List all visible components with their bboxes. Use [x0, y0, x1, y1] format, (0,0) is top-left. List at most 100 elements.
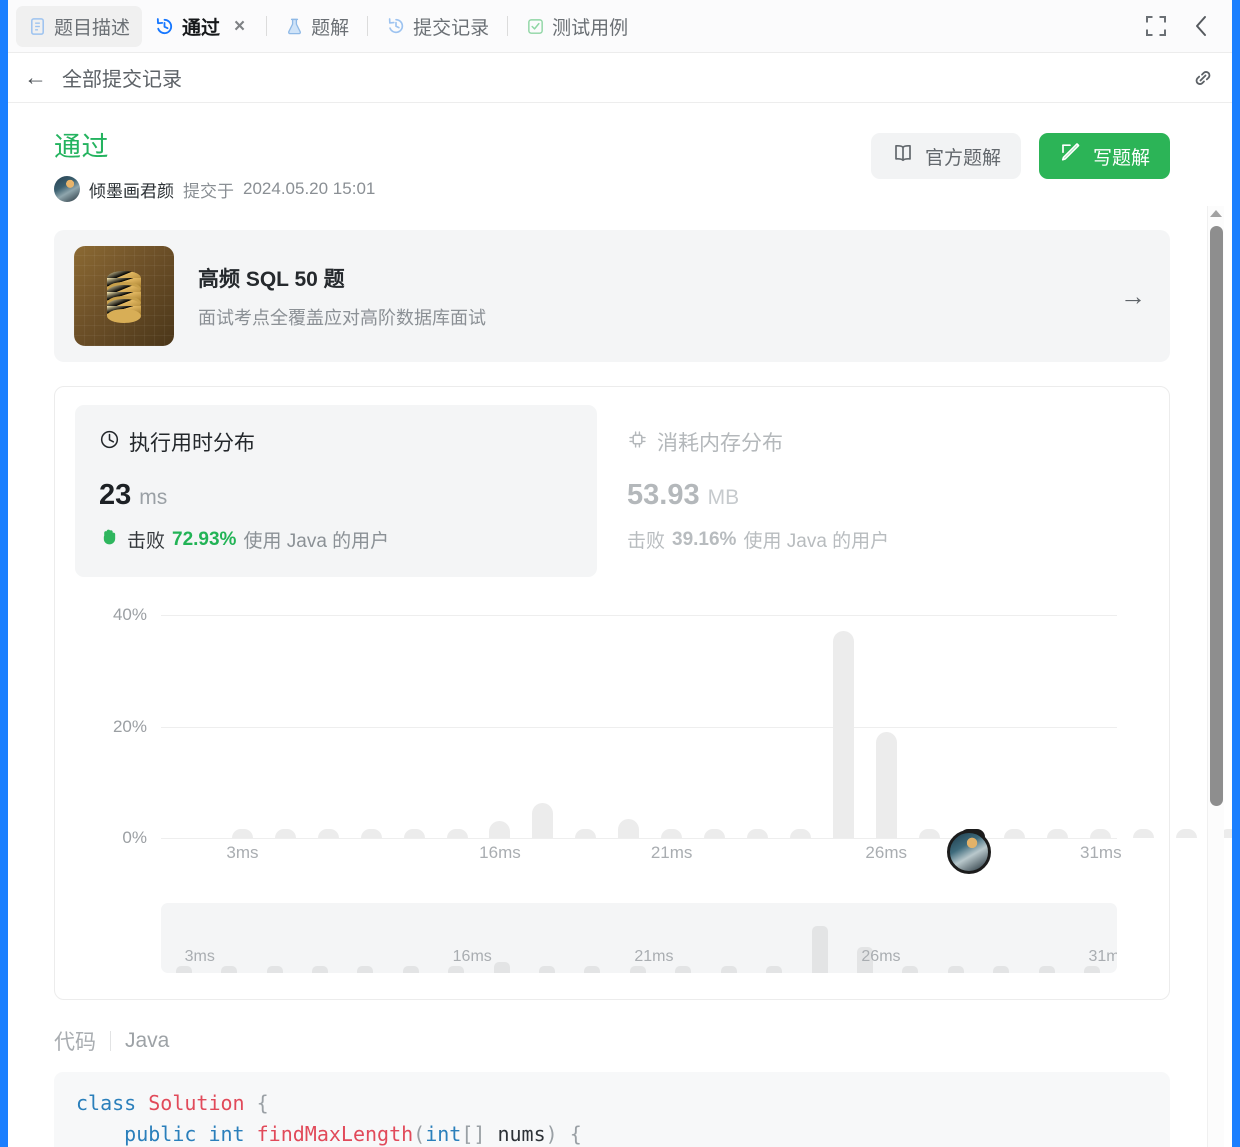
chevron-left-icon[interactable] [1190, 13, 1214, 39]
scrollbar-thumb[interactable] [1210, 226, 1223, 806]
x-axis-tick-label: 3ms [226, 843, 259, 862]
promo-banner[interactable]: 高频 SQL 50 题 面试考点全覆盖应对高阶数据库面试 → [54, 230, 1170, 362]
runtime-card[interactable]: 执行用时分布 23 ms 击败 72.93% 使用 Java 的用户 [75, 405, 597, 577]
chart-bar[interactable] [832, 630, 854, 838]
chart-bar[interactable] [918, 829, 940, 838]
y-axis-tick-label: 40% [112, 605, 147, 625]
tab-bar: 题目描述 通过 × 题解 提交记录 测试用例 [8, 0, 1232, 53]
history-icon [154, 16, 175, 37]
official-solution-label: 官方题解 [924, 147, 1001, 169]
tab-divider [367, 16, 369, 36]
x-axis-tick-label: 26ms [865, 843, 907, 862]
submission-content: 通过 倾墨画君颜 提交于 2024.05.20 15:01 官方题解 写题解 高… [8, 103, 1232, 1147]
chart-bar[interactable] [489, 821, 511, 838]
back-button[interactable]: ← [24, 66, 47, 89]
chart-bar[interactable] [446, 829, 468, 838]
runtime-unit: ms [139, 486, 168, 509]
chart-bar[interactable] [789, 829, 811, 838]
beat-tail: 使用 Java 的用户 [743, 531, 890, 552]
hand-wave-icon [99, 526, 120, 553]
tab-submission-history[interactable]: 提交记录 [374, 6, 501, 47]
all-submissions-link[interactable]: 全部提交记录 [62, 63, 182, 92]
chart-bar[interactable] [704, 829, 726, 838]
brush-tick-label: 3ms [184, 948, 215, 965]
code-section-header: 代码 Java [54, 1026, 1170, 1056]
tab-accepted[interactable]: 通过 × [142, 6, 260, 47]
memory-card-title: 消耗内存分布 [657, 432, 783, 455]
tab-divider [266, 16, 268, 36]
arrow-right-icon[interactable]: → [1120, 281, 1146, 312]
tab-close-button[interactable]: × [231, 17, 248, 36]
chart-bar[interactable] [661, 829, 683, 838]
tab-label: 题解 [311, 17, 350, 39]
chart-bar[interactable] [746, 829, 768, 838]
chart-bar[interactable] [575, 829, 597, 838]
submission-actions: 官方题解 写题解 [870, 125, 1170, 179]
y-axis-tick-label: 20% [112, 716, 147, 736]
tab-label: 题目描述 [54, 17, 131, 39]
code-token: ) { [545, 1122, 582, 1146]
tab-problem-description[interactable]: 题目描述 [16, 5, 143, 47]
write-solution-label: 写题解 [1092, 147, 1150, 169]
brush-bar [993, 966, 1010, 973]
chart-user-avatar[interactable] [947, 829, 992, 874]
submitted-label: 提交于 [183, 181, 234, 201]
vertical-scrollbar[interactable] [1207, 206, 1224, 1147]
chart-bar[interactable] [1004, 829, 1026, 838]
tab-label: 测试用例 [552, 17, 629, 39]
code-token: [] [461, 1122, 498, 1146]
write-solution-button[interactable]: 写题解 [1038, 133, 1170, 179]
status-badge: 通过 [54, 132, 109, 162]
tab-solutions[interactable]: 题解 [273, 6, 361, 47]
chart-range-brush[interactable]: 3ms 16ms 21ms 26ms 31ms [161, 903, 1117, 973]
brush-bar [584, 966, 601, 973]
brush-bar [1084, 966, 1101, 973]
chart-bar[interactable] [1133, 829, 1155, 838]
chart-bar[interactable] [532, 802, 554, 838]
brush-bar [766, 966, 783, 973]
code-token: findMaxLength [256, 1122, 414, 1146]
submission-summary: 通过 倾墨画君颜 提交于 2024.05.20 15:01 官方题解 写题解 [54, 125, 1170, 202]
divider [110, 1031, 111, 1051]
memory-unit: MB [707, 486, 740, 509]
official-solution-button[interactable]: 官方题解 [870, 133, 1021, 179]
brush-bar [448, 966, 465, 973]
fullscreen-icon[interactable] [1144, 14, 1168, 38]
memory-card[interactable]: 消耗内存分布 53.93 MB 击败 39.16% 使用 Java 的用户 [603, 405, 1125, 577]
chart-bar[interactable] [274, 829, 296, 838]
beat-percent: 39.16% [672, 528, 737, 550]
x-axis-tick-label: 31ms [1079, 843, 1122, 862]
chart-bar[interactable] [317, 829, 339, 838]
history-icon [386, 16, 406, 36]
brush-bar [402, 966, 419, 973]
username[interactable]: 倾墨画君颜 [89, 177, 174, 202]
chart-bar[interactable] [1047, 829, 1069, 838]
chart-bar[interactable] [1176, 829, 1198, 838]
code-token: Solution [148, 1091, 245, 1115]
document-icon [28, 17, 47, 36]
chart-bar[interactable] [231, 829, 253, 838]
brush-bar [493, 961, 510, 973]
submission-result-window: 题目描述 通过 × 题解 提交记录 测试用例 ← 全部提交记录 通过 倾墨画君颜… [0, 0, 1240, 1147]
code-language[interactable]: Java [125, 1029, 169, 1053]
chart-bar[interactable] [403, 829, 425, 838]
code-token: class [76, 1091, 149, 1115]
brush-bar [1038, 966, 1055, 973]
code-block[interactable]: class Solution { public int findMaxLengt… [54, 1072, 1170, 1147]
tab-divider [507, 16, 509, 36]
beat-tail: 使用 Java 的用户 [243, 531, 390, 552]
brush-bar [811, 926, 828, 973]
scroll-up-arrow[interactable] [1210, 210, 1222, 217]
chart-bar[interactable] [618, 818, 640, 838]
tab-testcases[interactable]: 测试用例 [514, 6, 640, 47]
link-icon[interactable] [1190, 65, 1216, 91]
x-axis-tick-label: 16ms [479, 843, 521, 862]
clock-icon [99, 429, 120, 455]
memory-value: 53.93 [627, 479, 700, 511]
brush-bar [311, 966, 328, 973]
chart-bar[interactable] [360, 829, 382, 838]
brush-bar [266, 966, 283, 973]
chart-bar[interactable] [875, 732, 897, 838]
avatar [54, 176, 80, 202]
chart-bar[interactable] [1090, 829, 1112, 838]
